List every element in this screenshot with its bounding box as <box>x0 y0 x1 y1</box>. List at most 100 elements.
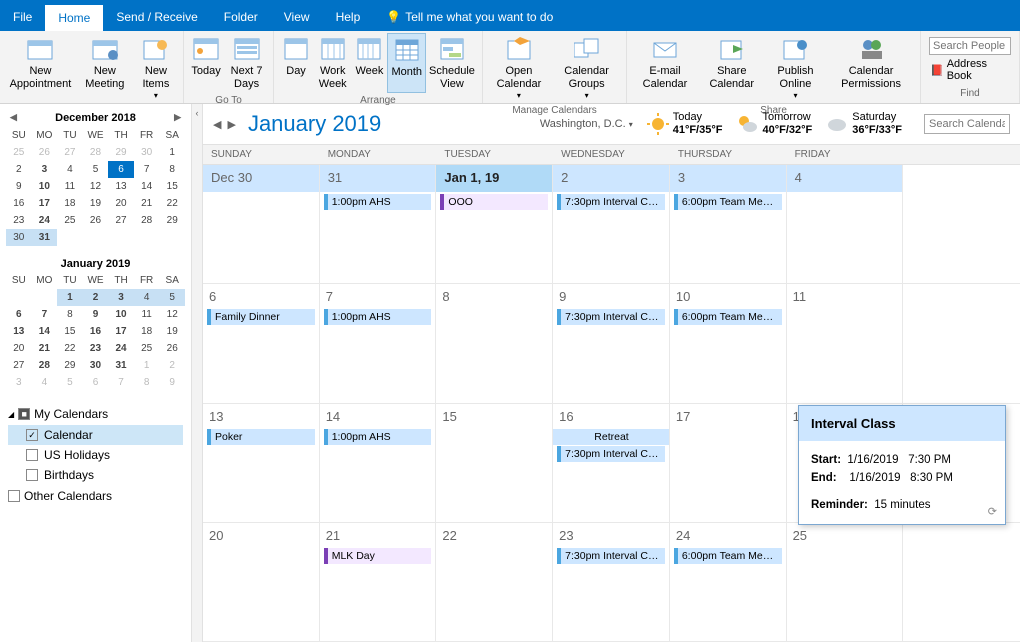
calendar-event[interactable]: MLK Day <box>324 548 432 564</box>
day-cell[interactable] <box>903 523 1020 641</box>
next-month-button[interactable]: ▶ <box>227 118 235 131</box>
workweek-button[interactable]: Work Week <box>314 33 351 93</box>
publish-online-button[interactable]: Publish Online▾ <box>765 33 826 103</box>
day-cell[interactable]: Dec 30 <box>203 165 320 283</box>
mini-day[interactable]: 9 <box>83 306 109 323</box>
calendar-event[interactable]: OOO <box>440 194 548 210</box>
mini-day[interactable]: 1 <box>57 289 83 306</box>
mini-day[interactable]: 17 <box>32 195 58 212</box>
schedule-button[interactable]: Schedule View <box>426 33 478 93</box>
mini-day[interactable] <box>134 229 160 246</box>
mini-day[interactable]: 31 <box>32 229 58 246</box>
mini-day[interactable]: 30 <box>83 357 109 374</box>
search-calendar-input[interactable] <box>924 114 1010 134</box>
day-cell[interactable]: 106:00pm Team Meeting: Zoom <box>670 284 787 402</box>
mini-day[interactable]: 15 <box>57 323 83 340</box>
tell-me[interactable]: 💡 Tell me what you want to do <box>373 3 566 31</box>
mini-day[interactable]: 2 <box>83 289 109 306</box>
mini-day[interactable]: 20 <box>6 340 32 357</box>
day-cell[interactable]: 8 <box>436 284 553 402</box>
mini-day[interactable]: 4 <box>57 161 83 178</box>
mini-day[interactable]: 14 <box>32 323 58 340</box>
mini-day[interactable]: 11 <box>134 306 160 323</box>
checkbox-icon[interactable] <box>26 469 38 481</box>
calendar-list-item[interactable]: US Holidays <box>8 445 183 465</box>
mini-prev-icon[interactable]: ◀ <box>6 110 21 125</box>
mini-day[interactable] <box>6 289 32 306</box>
mini-day[interactable]: 16 <box>83 323 109 340</box>
calendar-event[interactable]: Poker <box>207 429 315 445</box>
mini-day[interactable]: 11 <box>57 178 83 195</box>
my-calendars-header[interactable]: ◢ ■ My Calendars <box>8 403 183 425</box>
mini-day[interactable]: 28 <box>32 357 58 374</box>
day-cell[interactable]: 16Retreat7:30pm Interval Class <box>553 404 670 522</box>
mini-day[interactable]: 30 <box>134 144 160 161</box>
address-book-button[interactable]: 📕Address Book <box>927 57 1013 83</box>
mini-day[interactable]: 5 <box>159 289 185 306</box>
mini-day[interactable]: 26 <box>32 144 58 161</box>
calendar-event[interactable]: Family Dinner <box>207 309 315 325</box>
mini-day[interactable]: 7 <box>108 374 134 391</box>
mini-day[interactable]: 24 <box>108 340 134 357</box>
menu-home[interactable]: Home <box>45 3 103 31</box>
mini-day[interactable]: 3 <box>6 374 32 391</box>
mini-day[interactable]: 14 <box>134 178 160 195</box>
mini-day[interactable]: 22 <box>159 195 185 212</box>
mini-day[interactable]: 23 <box>6 212 32 229</box>
mini-day[interactable]: 5 <box>83 161 109 178</box>
mini-day[interactable]: 15 <box>159 178 185 195</box>
mini-day[interactable]: 7 <box>32 306 58 323</box>
day-cell[interactable]: 11 <box>787 284 904 402</box>
mini-day[interactable]: 23 <box>83 340 109 357</box>
mini-day[interactable]: 1 <box>159 144 185 161</box>
mini-day[interactable]: 5 <box>57 374 83 391</box>
calendar-list-item[interactable]: ✓Calendar <box>8 425 183 445</box>
day-cell[interactable]: 15 <box>436 404 553 522</box>
mini-day[interactable]: 18 <box>134 323 160 340</box>
mini-day[interactable]: 10 <box>108 306 134 323</box>
week-button[interactable]: Week <box>351 33 387 93</box>
mini-day[interactable] <box>108 229 134 246</box>
search-people-input[interactable] <box>929 37 1011 55</box>
day-cell[interactable]: 141:00pm AHS <box>320 404 437 522</box>
today-button[interactable]: Today <box>188 33 224 93</box>
day-cell[interactable]: 20 <box>203 523 320 641</box>
day-cell[interactable]: 25 <box>787 523 904 641</box>
mini-day[interactable]: 9 <box>6 178 32 195</box>
mini-day[interactable]: 3 <box>32 161 58 178</box>
mini-day[interactable]: 25 <box>6 144 32 161</box>
day-cell[interactable]: 36:00pm Team Meeting: Zoom <box>670 165 787 283</box>
mini-day[interactable]: 21 <box>134 195 160 212</box>
mini-day[interactable] <box>159 229 185 246</box>
mini-day[interactable]: 8 <box>57 306 83 323</box>
calendar-event[interactable]: 7:30pm Interval Class <box>557 194 665 210</box>
collapse-sidebar-button[interactable]: ‹ <box>192 104 203 642</box>
day-cell[interactable]: 4 <box>787 165 904 283</box>
other-calendars-header[interactable]: Other Calendars <box>8 485 183 507</box>
calendar-permissions-button[interactable]: Calendar Permissions <box>826 33 916 103</box>
day-cell[interactable]: 17 <box>670 404 787 522</box>
day-cell[interactable] <box>903 284 1020 402</box>
new-items-button[interactable]: New Items▾ <box>133 33 179 103</box>
mini-day[interactable]: 1 <box>134 357 160 374</box>
day-cell[interactable]: 22 <box>436 523 553 641</box>
email-calendar-button[interactable]: E-mail Calendar <box>631 33 698 103</box>
day-cell[interactable]: 27:30pm Interval Class <box>553 165 670 283</box>
menu-folder[interactable]: Folder <box>211 3 271 31</box>
mini-day[interactable]: 28 <box>134 212 160 229</box>
mini-day[interactable]: 6 <box>108 161 134 178</box>
mini-day[interactable]: 18 <box>57 195 83 212</box>
checkbox-icon[interactable]: ✓ <box>26 429 38 441</box>
mini-day[interactable]: 29 <box>159 212 185 229</box>
new-appointment-button[interactable]: New Appointment <box>4 33 77 103</box>
calendar-event[interactable]: 7:30pm Interval Class <box>557 309 665 325</box>
mini-day[interactable]: 22 <box>57 340 83 357</box>
mini-day[interactable]: 29 <box>57 357 83 374</box>
mini-day[interactable]: 8 <box>159 161 185 178</box>
mini-day[interactable]: 21 <box>32 340 58 357</box>
mini-day[interactable]: 10 <box>32 178 58 195</box>
day-cell[interactable]: 71:00pm AHS <box>320 284 437 402</box>
mini-day[interactable]: 3 <box>108 289 134 306</box>
mini-day[interactable]: 27 <box>57 144 83 161</box>
mini-next-icon[interactable]: ▶ <box>170 110 185 125</box>
